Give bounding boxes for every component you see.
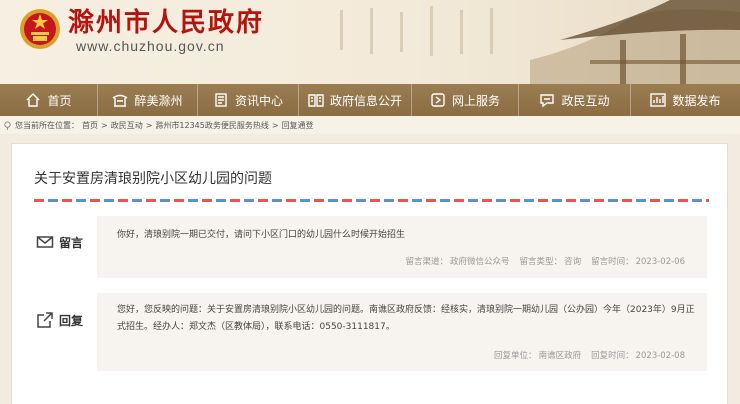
main-nav: 首页 醉美滁州 资讯中心 政府信息公开 网上服务 政民互动 数据发布 — [0, 84, 740, 116]
message-type: 咨询 — [564, 257, 582, 267]
site-header: 滁州市人民政府 www.chuzhou.gov.cn — [0, 0, 740, 84]
nav-item-label: 网上服务 — [451, 93, 500, 108]
breadcrumb-interaction[interactable]: 政民互动 — [111, 120, 143, 131]
reply-unit: 南谯区政府 — [538, 351, 582, 361]
nav-item-home[interactable]: 首页 — [0, 84, 98, 116]
message-time: 2023-02-06 — [635, 257, 685, 267]
chat-icon — [540, 94, 555, 108]
reply-meta: 回复单位： 南谯区政府 回复时间： 2023-02-08 — [494, 351, 685, 361]
nav-item-label: 数据发布 — [672, 93, 721, 108]
home-icon — [26, 93, 40, 107]
breadcrumb: 您当前所在位置： 首页 > 政民互动 > 滁州市12345政务便民服务热线 > … — [0, 116, 740, 134]
chart-icon — [650, 93, 667, 107]
reply-content: 您好，您反映的问题：关于安置房清琅别院小区幼儿园的问题。南谯区政府反馈：经核实，… — [117, 305, 695, 332]
message-label: 留言 — [36, 233, 96, 251]
breadcrumb-current[interactable]: 回复通登 — [282, 120, 314, 131]
pavilion-decoration — [340, 0, 740, 84]
nav-item-label: 醉美滁州 — [134, 93, 183, 108]
nav-item-label: 资讯中心 — [234, 93, 283, 108]
national-emblem-icon — [20, 9, 60, 49]
book-icon — [308, 94, 324, 107]
message-channel: 政府微信公众号 — [450, 257, 510, 267]
nav-item-news[interactable]: 资讯中心 — [198, 84, 299, 116]
nav-item-gov-info[interactable]: 政府信息公开 — [299, 84, 412, 116]
location-pin-icon — [4, 120, 11, 130]
service-icon — [431, 93, 445, 107]
site-title[interactable]: 滁州市人民政府 — [68, 8, 264, 38]
envelope-stripe-divider — [34, 199, 709, 202]
message-content: 你好，清琅别院一期已交付，请问下小区门口的幼儿园什么时候开始招生 — [117, 230, 406, 240]
content-card: 关于安置房清琅别院小区幼儿园的问题 留言 你好，清琅别院一期已交付，请问下小区门… — [11, 143, 728, 404]
news-icon — [215, 93, 227, 107]
nav-item-data[interactable]: 数据发布 — [631, 84, 740, 116]
reply-label: 回复 — [36, 311, 96, 329]
reply-share-icon — [37, 312, 53, 328]
nav-item-label: 首页 — [47, 93, 72, 108]
pavilion-icon — [113, 94, 128, 107]
reply-time: 2023-02-08 — [635, 351, 685, 361]
envelope-icon — [36, 236, 54, 248]
site-url: www.chuzhou.gov.cn — [76, 38, 225, 54]
breadcrumb-hotline[interactable]: 滁州市12345政务便民服务热线 — [155, 120, 268, 131]
page-title: 关于安置房清琅别院小区幼儿园的问题 — [34, 171, 272, 187]
nav-item-online-service[interactable]: 网上服务 — [412, 84, 519, 116]
reply-box: 您好，您反映的问题：关于安置房清琅别院小区幼儿园的问题。南谯区政府反馈：经核实，… — [97, 293, 707, 371]
breadcrumb-home[interactable]: 首页 — [82, 120, 98, 131]
message-box: 你好，清琅别院一期已交付，请问下小区门口的幼儿园什么时候开始招生 留言渠道： 政府… — [97, 216, 707, 278]
nav-item-label: 政民互动 — [561, 93, 610, 108]
breadcrumb-prefix: 您当前所在位置： — [15, 120, 79, 130]
nav-item-scenic[interactable]: 醉美滁州 — [98, 84, 198, 116]
nav-item-interaction[interactable]: 政民互动 — [519, 84, 631, 116]
message-meta: 留言渠道： 政府微信公众号 留言类型： 咨询 留言时间： 2023-02-06 — [405, 257, 685, 267]
nav-item-label: 政府信息公开 — [329, 93, 402, 108]
